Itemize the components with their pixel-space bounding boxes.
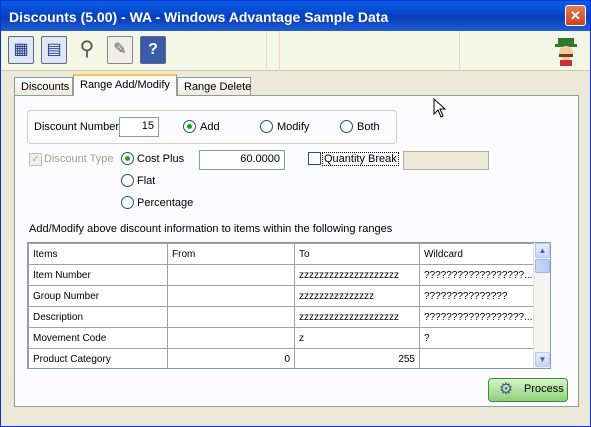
type-flat-radio[interactable]: [121, 174, 134, 187]
wildcard-cell[interactable]: ???????????????: [419, 285, 550, 307]
to-cell[interactable]: zzzzzzzzzzzzzzzzzzzz: [294, 306, 420, 328]
mode-both-label[interactable]: Both: [357, 121, 380, 133]
column-header-wildcard: Wildcard: [419, 243, 550, 265]
process-button[interactable]: ⚙ Process: [488, 378, 568, 402]
type-percentage-radio[interactable]: [121, 196, 134, 209]
calculator-icon[interactable]: ▦: [8, 36, 34, 64]
table-row: Movement Code z ?: [28, 327, 550, 349]
title-bar: Discounts (5.00) - WA - Windows Advantag…: [1, 1, 590, 31]
toolbar-divider: [459, 31, 460, 71]
wildcard-cell[interactable]: ?: [419, 327, 550, 349]
column-header-to: To: [294, 243, 420, 265]
table-row: Group Number zzzzzzzzzzzzzzz ???????????…: [28, 285, 550, 307]
from-cell[interactable]: [167, 327, 295, 349]
window-title: Discounts (5.00) - WA - Windows Advantag…: [9, 9, 389, 25]
cost-value-field[interactable]: 60.0000: [199, 150, 285, 170]
from-cell[interactable]: [167, 306, 295, 328]
vertical-scrollbar[interactable]: ▲ ▼: [533, 243, 550, 368]
row-label: Movement Code: [28, 327, 168, 349]
type-cost-plus-radio[interactable]: [121, 152, 134, 165]
type-cost-plus-label[interactable]: Cost Plus: [137, 153, 184, 165]
discount-number-group: Discount Number 15 Add Modify Both: [27, 110, 397, 144]
mode-modify-radio[interactable]: [260, 120, 273, 133]
tab-panel: Discount Number 15 Add Modify Both ✓ Dis…: [14, 95, 579, 407]
mode-both-radio[interactable]: [340, 120, 353, 133]
mascot-icon: [555, 38, 577, 66]
discount-number-label: Discount Number: [34, 121, 119, 133]
from-cell[interactable]: [167, 264, 295, 286]
discount-type-label: Discount Type: [44, 153, 114, 165]
close-button[interactable]: ✕: [565, 5, 586, 26]
to-cell[interactable]: z: [294, 327, 420, 349]
wildcard-cell[interactable]: [419, 348, 550, 368]
mouse-cursor-icon: [433, 98, 447, 118]
to-cell[interactable]: 255: [294, 348, 420, 368]
magnifier-icon[interactable]: ⚲: [74, 36, 100, 64]
wildcard-cell[interactable]: ??????????????????...: [419, 264, 550, 286]
checklist-icon[interactable]: ✎: [107, 36, 133, 64]
row-label: Group Number: [28, 285, 168, 307]
mode-add-radio[interactable]: [183, 120, 196, 133]
type-flat-label[interactable]: Flat: [137, 175, 155, 187]
to-cell[interactable]: zzzzzzzzzzzzzzzzzzzz: [294, 264, 420, 286]
column-header-items: Items: [28, 243, 168, 265]
mode-add-label[interactable]: Add: [200, 121, 220, 133]
discounts-window: Discounts (5.00) - WA - Windows Advantag…: [0, 0, 591, 427]
row-label: Description: [28, 306, 168, 328]
from-cell[interactable]: 0: [167, 348, 295, 368]
tab-range-add-modify[interactable]: Range Add/Modify: [73, 74, 177, 96]
toolbar: ▦ ▤ ⚲ ✎ ?: [1, 31, 590, 71]
gear-icon: ⚙: [498, 381, 514, 398]
tab-discounts[interactable]: Discounts: [14, 77, 73, 96]
toolbar-divider: [266, 31, 267, 71]
ranges-caption: Add/Modify above discount information to…: [29, 223, 393, 235]
table-row: Product Category 0 255: [28, 348, 550, 368]
ranges-table: Items From To Wildcard Item Number zzzzz…: [28, 243, 550, 368]
wildcard-cell[interactable]: ??????????????????...: [419, 306, 550, 328]
column-header-from: From: [167, 243, 295, 265]
scroll-up-icon[interactable]: ▲: [535, 243, 550, 258]
help-book-icon[interactable]: ?: [140, 36, 166, 64]
discount-number-field[interactable]: 15: [119, 117, 159, 137]
quantity-break-label[interactable]: Quantity Break: [322, 152, 399, 166]
scroll-thumb[interactable]: [535, 259, 550, 273]
quantity-break-field: [403, 151, 489, 170]
quantity-break-checkbox[interactable]: [308, 152, 321, 165]
scroll-down-icon[interactable]: ▼: [535, 352, 550, 367]
table-row: Item Number zzzzzzzzzzzzzzzzzzzz ???????…: [28, 264, 550, 286]
discount-type-checkbox: ✓: [29, 153, 42, 166]
from-cell[interactable]: [167, 285, 295, 307]
ranges-grid: Items From To Wildcard Item Number zzzzz…: [27, 242, 551, 369]
type-percentage-label[interactable]: Percentage: [137, 197, 193, 209]
tab-range-delete[interactable]: Range Delete: [177, 77, 251, 96]
table-row: Description zzzzzzzzzzzzzzzzzzzz ???????…: [28, 306, 550, 328]
mode-modify-label[interactable]: Modify: [277, 121, 309, 133]
to-cell[interactable]: zzzzzzzzzzzzzzz: [294, 285, 420, 307]
row-label: Item Number: [28, 264, 168, 286]
table-header-row: Items From To Wildcard: [28, 243, 550, 265]
row-label: Product Category: [28, 348, 168, 368]
calendar-icon[interactable]: ▤: [41, 36, 67, 64]
process-label: Process: [524, 383, 564, 395]
toolbar-divider: [279, 31, 280, 71]
